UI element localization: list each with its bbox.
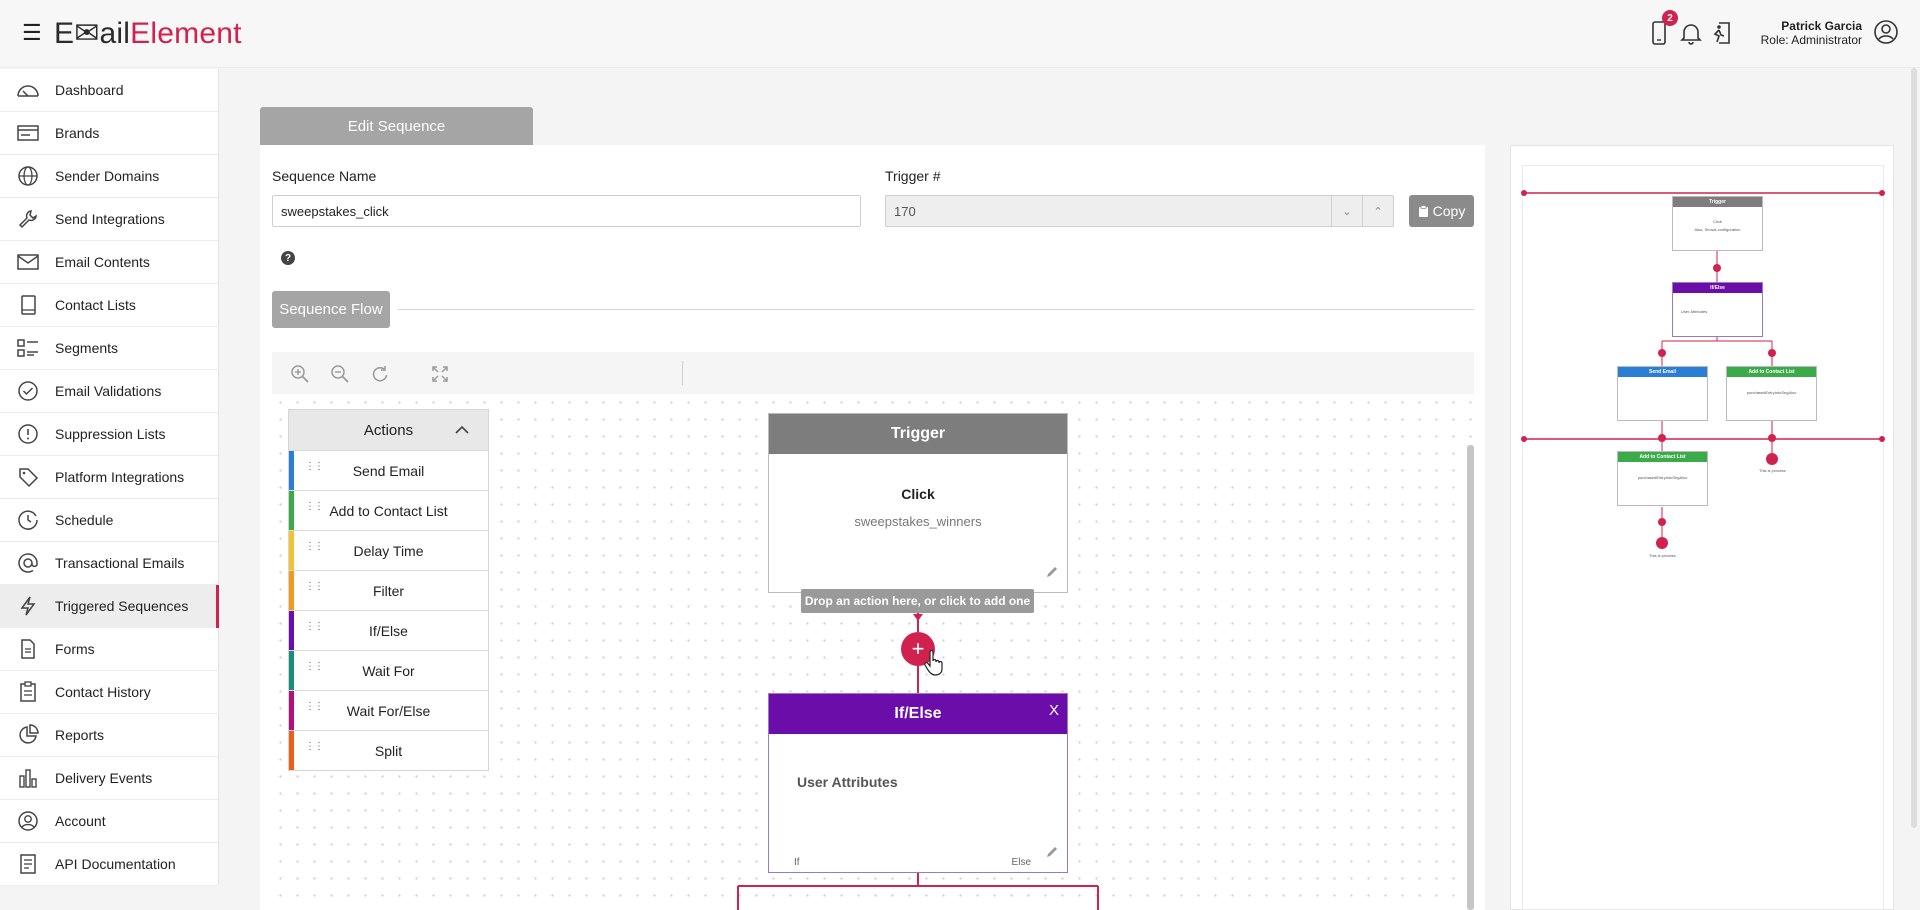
minimap-add-contact-body: purchasedEntryIntoSegAlso xyxy=(1637,475,1688,480)
minimap-if-else-node: If/Else User Attributes xyxy=(1672,282,1763,337)
minimap-add-contact-title: Add to Contact List xyxy=(1618,452,1707,462)
minimap-trigger-event: Click xyxy=(1713,219,1722,224)
minimap-if-else-body: User Attributes xyxy=(1681,309,1708,314)
minimap-end-label: This is process xyxy=(1649,553,1676,558)
minimap-trigger-node: Trigger Click Also, Shows configuration xyxy=(1672,196,1763,251)
minimap-add-contact-body: purchasedEntryIntoSegAlso xyxy=(1746,390,1797,395)
minimap-add-dot xyxy=(1713,264,1721,272)
minimap-trigger-title: Trigger xyxy=(1673,197,1762,207)
minimap-end-node xyxy=(1656,537,1668,549)
minimap-end-label: This is process xyxy=(1759,468,1786,473)
minimap-add-contact-title: Add to Contact List xyxy=(1727,367,1816,377)
minimap-send-email-node: Send Email xyxy=(1617,366,1708,421)
minimap-add-dot xyxy=(1768,349,1776,357)
minimap-add-contact-node: Add to Contact List purchasedEntryIntoSe… xyxy=(1726,366,1817,421)
minimap-end-node xyxy=(1766,453,1778,465)
minimap-if-else-title: If/Else xyxy=(1673,283,1762,293)
minimap-add-dot xyxy=(1658,434,1666,442)
minimap-add-dot xyxy=(1768,434,1776,442)
minimap-add-dot xyxy=(1658,349,1666,357)
page-scrollbar[interactable] xyxy=(1911,68,1917,828)
minimap-trigger-detail: Also, Shows configuration xyxy=(1694,227,1741,232)
minimap-add-dot xyxy=(1658,518,1666,526)
minimap-send-email-title: Send Email xyxy=(1618,367,1707,377)
minimap-add-contact-node-2: Add to Contact List purchasedEntryIntoSe… xyxy=(1617,451,1708,506)
